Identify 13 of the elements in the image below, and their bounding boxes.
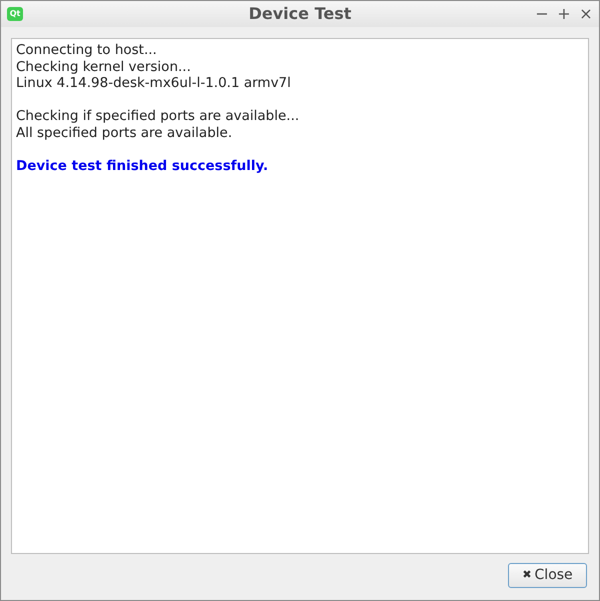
- app-logo: Qt: [7, 7, 23, 21]
- close-button[interactable]: ✖ Close: [508, 563, 587, 588]
- window-title: Device Test: [248, 3, 352, 25]
- log-line: Linux 4.14.98-desk-mx6ul-l-1.0.1 armv7l: [16, 75, 292, 92]
- log-line: Checking kernel version...: [16, 58, 192, 75]
- success-message: Device test finished successfully.: [16, 158, 270, 174]
- maximize-button[interactable]: +: [557, 6, 571, 22]
- close-window-button[interactable]: ×: [579, 6, 593, 22]
- log-line: Connecting to host...: [16, 42, 158, 58]
- log-line: All specified ports are available.: [16, 124, 234, 141]
- minimize-button[interactable]: −: [535, 6, 549, 22]
- close-icon: ✖: [522, 567, 532, 584]
- log-line: Checking if specified ports are available...: [16, 108, 300, 124]
